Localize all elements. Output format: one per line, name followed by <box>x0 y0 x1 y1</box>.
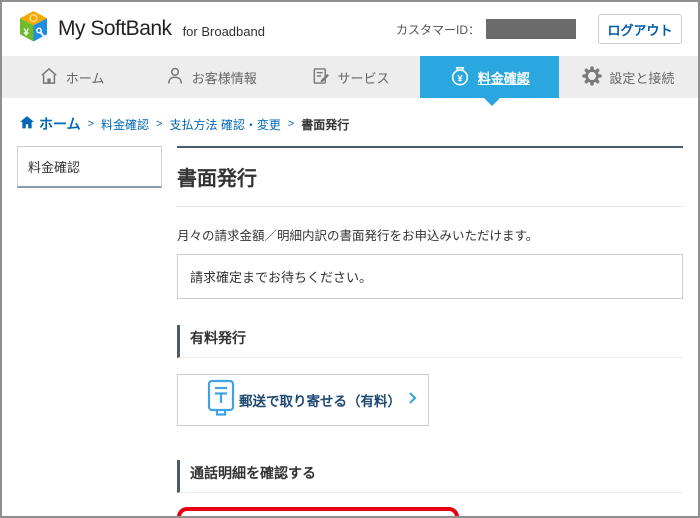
tab-home-label: ホーム <box>65 70 105 86</box>
page-title: 書面発行 <box>177 148 683 207</box>
tab-service[interactable]: サービス <box>280 56 419 98</box>
svg-text:¥: ¥ <box>23 28 29 39</box>
breadcrumb-separator: > <box>287 118 295 130</box>
tab-customer-info[interactable]: お客様情報 <box>141 56 280 98</box>
brand-title: My SoftBank <box>58 17 172 40</box>
mail-order-button-content: 郵送で取り寄せる（有料） <box>238 390 428 410</box>
service-document-icon <box>311 66 331 89</box>
breadcrumb-current-page: 書面発行 <box>301 117 350 132</box>
billing-notice-box: 請求確定までお待ちください。 <box>177 254 683 299</box>
breadcrumb-home-label: ホーム <box>39 116 81 132</box>
postbox-icon <box>204 378 238 423</box>
sidebar-item-fee-check[interactable]: 料金確認 <box>17 146 162 188</box>
sidebar: 料金確認 <box>17 146 162 516</box>
breadcrumb: ホーム > 料金確認 > 支払方法 確認・変更 > 書面発行 <box>2 98 698 142</box>
active-tab-pointer <box>484 98 500 106</box>
tab-customer-info-label: お客様情報 <box>191 70 257 86</box>
softbank-cube-logo-icon: ¥ <box>18 10 49 48</box>
svg-text:¥: ¥ <box>457 73 463 84</box>
breadcrumb-home-link[interactable]: ホーム <box>20 114 81 134</box>
gear-icon <box>582 65 602 89</box>
breadcrumb-fee-check-link[interactable]: 料金確認 <box>101 116 149 133</box>
tab-service-label: サービス <box>337 70 390 86</box>
customer-id-redacted-value <box>486 19 576 39</box>
breadcrumb-separator: > <box>87 118 95 130</box>
user-icon <box>165 66 185 89</box>
tab-fee-check[interactable]: ¥ 料金確認 <box>419 56 559 98</box>
home-icon <box>39 66 59 89</box>
brand: ¥ My SoftBank for Broadband <box>18 10 265 48</box>
content: 料金確認 書面発行 月々の請求金額／明細内訳の書面発行をお申込みいただけます。 … <box>2 142 698 516</box>
home-icon <box>20 116 34 132</box>
section-heading-call-detail: 通話明細を確認する <box>177 460 683 493</box>
customer-id-label: カスタマーID： <box>395 22 480 37</box>
logout-button[interactable]: ログアウト <box>598 14 682 44</box>
page: ¥ My SoftBank for Broadband カスタマーID： ログア… <box>0 0 700 518</box>
section-heading-paid-issue: 有料発行 <box>177 325 683 358</box>
header-right: カスタマーID： ログアウト <box>396 14 682 44</box>
yen-bag-icon: ¥ <box>449 65 471 90</box>
chevron-right-icon <box>409 391 417 409</box>
call-detail-button[interactable]: 通話明細を確認する <box>177 507 459 516</box>
header: ¥ My SoftBank for Broadband カスタマーID： ログア… <box>2 2 698 56</box>
tab-home[interactable]: ホーム <box>2 56 141 98</box>
brand-subtitle: for Broadband <box>182 23 265 39</box>
main-panel: 書面発行 月々の請求金額／明細内訳の書面発行をお申込みいただけます。 請求確定ま… <box>177 146 683 516</box>
breadcrumb-separator: > <box>156 118 163 130</box>
tab-settings-label: 設定と接続 <box>609 70 675 86</box>
mail-order-button[interactable]: 郵送で取り寄せる（有料） <box>177 374 429 426</box>
page-description: 月々の請求金額／明細内訳の書面発行をお申込みいただけます。 <box>177 229 539 243</box>
tab-fee-check-label: 料金確認 <box>477 70 530 86</box>
breadcrumb-payment-method-link[interactable]: 支払方法 確認・変更 <box>169 116 280 133</box>
mail-order-button-label: 郵送で取り寄せる（有料） <box>239 394 401 409</box>
tab-settings[interactable]: 設定と接続 <box>559 56 698 98</box>
main-nav: ホーム お客様情報 サービス ¥ 料金確認 設定と接続 <box>2 56 698 106</box>
